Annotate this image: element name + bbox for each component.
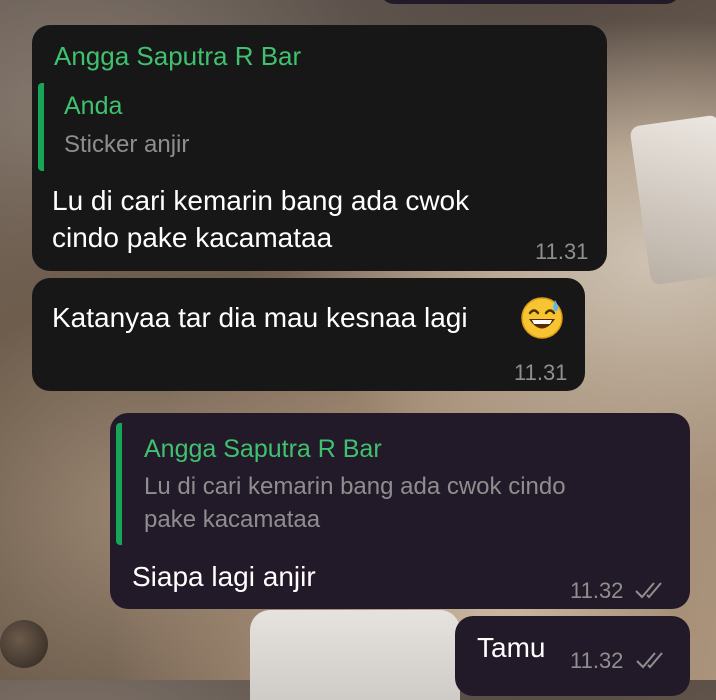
- reply-quote[interactable]: Anda Sticker anjir: [38, 83, 338, 171]
- double-check-icon: [636, 652, 663, 669]
- background-photo-collar: [629, 114, 716, 286]
- sender-name[interactable]: Angga Saputra R Bar: [54, 41, 301, 72]
- quote-text-line-2: pake kacamataa: [144, 506, 321, 533]
- message-text: Katanyaa tar dia mau kesnaa lagi: [52, 302, 468, 333]
- message-time: 11.31: [514, 360, 568, 385]
- quote-text: Sticker anjir: [64, 131, 190, 158]
- background-photo-shirt: [250, 610, 460, 700]
- message-bubble-2[interactable]: Katanyaa tar dia mau kesnaa lagi 11.31: [32, 278, 585, 391]
- grinning-face-with-sweat-icon: [521, 297, 563, 339]
- message-time: 11.32: [570, 648, 624, 673]
- message-text: Tamu: [477, 632, 546, 663]
- message-bubble-4[interactable]: Tamu 11.32: [455, 616, 690, 696]
- message-text: Siapa lagi anjir: [132, 561, 316, 592]
- reply-quote[interactable]: Angga Saputra R Bar Lu di cari kemarin b…: [116, 423, 656, 545]
- partial-message-bubble[interactable]: [380, 0, 680, 4]
- background-photo-coat-button: [0, 620, 48, 668]
- message-time: 11.31: [535, 239, 589, 264]
- quote-text-line-1: Lu di cari kemarin bang ada cwok cindo: [144, 473, 566, 500]
- message-time: 11.32: [570, 578, 624, 603]
- message-text-line-1: Lu di cari kemarin bang ada cwok: [52, 185, 470, 216]
- quote-sender-name: Angga Saputra R Bar: [144, 435, 382, 463]
- message-bubble-1[interactable]: Angga Saputra R Bar Anda Sticker anjir L…: [32, 25, 607, 271]
- quote-sender-name: Anda: [64, 92, 123, 120]
- message-text-line-2: cindo pake kacamataa: [52, 222, 333, 253]
- double-check-icon: [635, 582, 662, 599]
- message-bubble-3[interactable]: Angga Saputra R Bar Lu di cari kemarin b…: [110, 413, 690, 609]
